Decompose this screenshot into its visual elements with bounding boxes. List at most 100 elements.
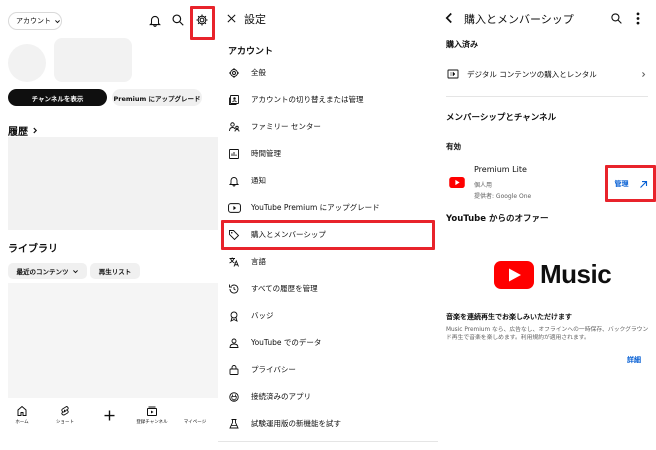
recent-content-chip[interactable]: 最近のコンテンツ (8, 263, 87, 279)
settings-item-switch-account[interactable]: アカウントの切り替えまたは管理 (218, 86, 438, 113)
nav-create[interactable] (92, 408, 126, 423)
settings-item-label: バッジ (251, 311, 274, 320)
video-library-icon (447, 69, 459, 79)
settings-item-label: すべての履歴を管理 (251, 284, 318, 293)
chevron-right-icon (642, 71, 646, 77)
chevron-right-icon (33, 127, 38, 134)
settings-item-label: アカウントの切り替えまたは管理 (251, 95, 364, 104)
divider (446, 96, 648, 97)
purchased-heading: 購入済み (446, 40, 478, 49)
gear-icon (229, 67, 239, 78)
membership-plan: 個人用 (474, 182, 493, 189)
close-icon[interactable] (226, 13, 237, 24)
nav-shorts-label: ショート (56, 420, 74, 425)
offers-heading: YouTube からのオファー (446, 214, 549, 224)
history-heading[interactable]: 履歴 (8, 123, 39, 138)
membership-provider: 提供者: Google One (474, 193, 532, 200)
subscriptions-icon (147, 406, 157, 416)
settings-item-general[interactable]: 全般 (218, 59, 438, 86)
music-wordmark: Music (540, 259, 612, 289)
nav-home-label: ホーム (15, 420, 29, 425)
library-heading: ライブラリ (8, 244, 58, 255)
shorts-icon (61, 406, 69, 416)
youtube-icon (227, 202, 241, 213)
nav-subscriptions[interactable]: 登録チャンネル (135, 405, 169, 425)
playlists-label: 再生リスト (98, 268, 132, 276)
history-icon (229, 284, 239, 293)
search-icon[interactable] (610, 12, 623, 25)
nav-subscriptions-label: 登録チャンネル (136, 420, 168, 425)
nav-you[interactable]: マイページ (178, 419, 212, 425)
settings-item-family-center[interactable]: ファミリー センター (218, 113, 438, 140)
settings-item-label: YouTube Premium にアップグレード (251, 203, 380, 212)
settings-item-badges[interactable]: バッジ (218, 302, 438, 329)
badge-icon (230, 311, 238, 322)
youtube-music-play-icon (494, 260, 534, 289)
switch-account-icon (229, 94, 239, 105)
bell-icon (228, 176, 240, 186)
profile-placeholder (54, 38, 132, 82)
details-link[interactable]: 詳細 (627, 355, 641, 365)
search-icon[interactable] (171, 13, 185, 27)
settings-item-your-data[interactable]: YouTube でのデータ (218, 329, 438, 356)
settings-screen: 設定 アカウント 全般 アカウントの切り替えまたは管理 ファミリー センター 時… (218, 0, 438, 450)
you-screen: アカウント チャンネルを表示 Premium にアップグレード 履歴 ライブラリ… (0, 0, 218, 450)
settings-highlight (190, 6, 215, 40)
settings-item-language[interactable]: 言語 (218, 248, 438, 275)
flask-icon (229, 418, 239, 428)
settings-item-label: 接続済みのアプリ (251, 392, 311, 401)
youtube-music-logo: Music (494, 259, 612, 290)
account-chip-label: アカウント (16, 17, 51, 25)
chevron-down-icon (55, 19, 60, 23)
account-chip[interactable]: アカウント (8, 12, 62, 30)
history-heading-label: 履歴 (8, 127, 28, 138)
purchases-highlight (221, 220, 435, 250)
history-shelf (8, 137, 218, 230)
settings-item-privacy[interactable]: プライバシー (218, 356, 438, 383)
nav-you-label: マイページ (183, 420, 207, 425)
bell-icon[interactable] (148, 13, 162, 28)
view-channel-button[interactable]: チャンネルを表示 (8, 89, 107, 106)
settings-item-label: 試験運用版の新機能を試す (251, 419, 341, 428)
premium-upgrade-button[interactable]: Premium にアップグレード (112, 89, 202, 106)
settings-item-label: ファミリー センター (251, 122, 321, 131)
chevron-down-icon (72, 269, 78, 273)
library-shelf (8, 283, 218, 398)
nav-home[interactable]: ホーム (5, 405, 39, 425)
data-icon (229, 338, 239, 348)
settings-item-manage-history[interactable]: すべての履歴を管理 (218, 275, 438, 302)
language-icon (229, 257, 239, 267)
family-icon (228, 121, 239, 132)
recent-content-label: 最近のコンテンツ (16, 268, 69, 276)
digital-content-row[interactable]: デジタル コンテンツの購入とレンタル (438, 62, 656, 86)
settings-item-label: プライバシー (251, 365, 296, 374)
playlists-chip[interactable]: 再生リスト (90, 263, 140, 279)
back-arrow-icon[interactable] (444, 12, 454, 24)
section-heading-account: アカウント (228, 47, 274, 57)
avatar (8, 44, 46, 82)
settings-item-experiments[interactable]: 試験運用版の新機能を試す (218, 410, 438, 437)
settings-item-connected-apps[interactable]: 接続済みのアプリ (218, 383, 438, 410)
youtube-logo-icon (449, 177, 465, 188)
memberships-heading: メンバーシップとチャンネル (446, 113, 557, 123)
page-title: 購入とメンバーシップ (464, 13, 574, 26)
create-icon (104, 410, 114, 421)
digital-content-label: デジタル コンテンツの購入とレンタル (467, 69, 597, 79)
membership-name: Premium Lite (474, 165, 527, 174)
settings-item-label: 通知 (251, 176, 266, 185)
divider (218, 441, 438, 442)
nav-shorts[interactable]: ショート (48, 405, 82, 425)
connected-apps-icon (229, 391, 239, 402)
settings-item-notifications[interactable]: 通知 (218, 167, 438, 194)
manage-highlight (605, 165, 656, 202)
settings-item-premium-upgrade[interactable]: YouTube Premium にアップグレード (218, 194, 438, 221)
time-management-icon (229, 148, 239, 159)
settings-item-label: YouTube でのデータ (251, 338, 322, 347)
offer-title: 音楽を連続再生でお楽しみいただけます (446, 313, 572, 321)
premium-upgrade-label: Premium にアップグレード (113, 94, 201, 103)
offer-description: Music Premium なら、広告なし、オフラインへの一時保存、バックグラウ… (446, 327, 649, 342)
purchases-screen: 購入とメンバーシップ 購入済み デジタル コンテンツの購入とレンタル メンバーシ… (438, 0, 656, 450)
settings-item-time-management[interactable]: 時間管理 (218, 140, 438, 167)
more-vert-icon[interactable] (636, 12, 640, 25)
home-icon (17, 405, 27, 416)
